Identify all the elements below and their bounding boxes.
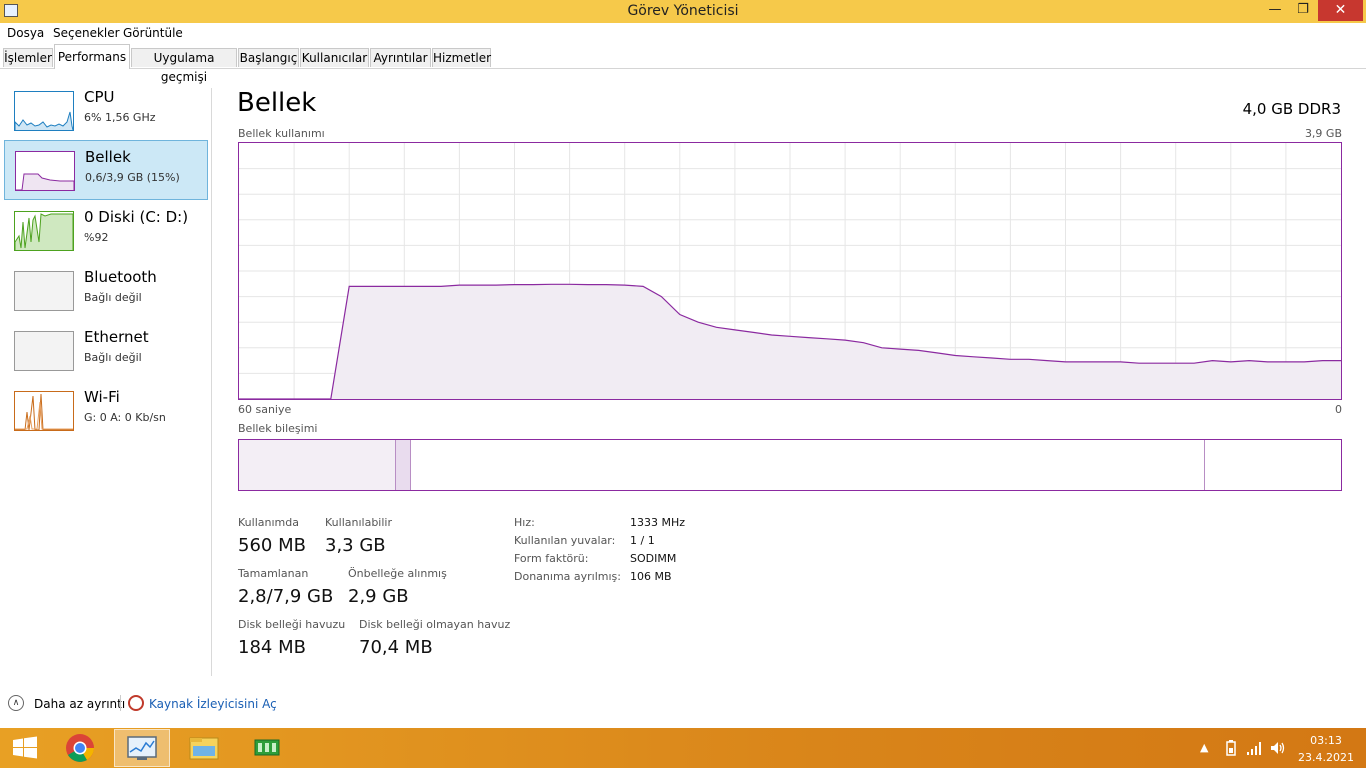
app-icon bbox=[254, 739, 280, 756]
performance-sidebar: CPU 6% 1,56 GHz Bellek 0,6/3,9 GB (15%) … bbox=[0, 69, 211, 677]
minimize-button[interactable]: — bbox=[1262, 0, 1288, 21]
disk-graph-icon bbox=[14, 211, 74, 251]
usage-graph-label: Bellek kullanımı bbox=[238, 127, 325, 140]
tab-users[interactable]: Kullanıcılar bbox=[300, 48, 369, 67]
window-title: Görev Yöneticisi bbox=[627, 3, 739, 19]
bluetooth-graph-icon bbox=[14, 271, 74, 311]
stat-cached-label: Önbelleğe alınmış bbox=[348, 567, 447, 580]
volume-icon[interactable] bbox=[1269, 739, 1287, 757]
task-manager-icon bbox=[127, 736, 157, 760]
tab-processes[interactable]: İşlemler bbox=[3, 48, 53, 67]
taskbar: ▲ bbox=[0, 728, 1366, 768]
clock-time[interactable]: 03:13 bbox=[1296, 734, 1356, 747]
cpu-graph-icon bbox=[14, 91, 74, 131]
sidebar-item-label: CPU bbox=[84, 88, 115, 106]
taskbar-chrome[interactable] bbox=[52, 729, 108, 767]
memory-usage-graph bbox=[238, 142, 1342, 400]
sidebar-item-label: Bluetooth bbox=[84, 268, 157, 286]
info-speed-label: Hız: bbox=[514, 516, 535, 529]
stat-committed-label: Tamamlanan bbox=[238, 567, 309, 580]
sidebar-item-memory[interactable]: Bellek 0,6/3,9 GB (15%) bbox=[4, 140, 208, 200]
stat-nonpaged-pool-label: Disk belleği olmayan havuz bbox=[359, 618, 511, 631]
stat-paged-pool-value: 184 MB bbox=[238, 637, 306, 658]
graph-axis-right-label: 0 bbox=[1335, 403, 1342, 416]
close-button[interactable]: ✕ bbox=[1318, 0, 1363, 21]
stat-available-value: 3,3 GB bbox=[325, 535, 386, 556]
info-hardware-reserved-label: Donanıma ayrılmış: bbox=[514, 570, 621, 583]
memory-composition-bar[interactable] bbox=[238, 439, 1342, 491]
stat-paged-pool-label: Disk belleği havuzu bbox=[238, 618, 346, 631]
title-bar: Görev Yöneticisi — ❐ ✕ bbox=[0, 0, 1366, 23]
chevron-up-icon[interactable]: ▲ bbox=[1200, 741, 1208, 754]
divider bbox=[211, 88, 212, 676]
taskbar-task-manager[interactable] bbox=[114, 729, 170, 767]
taskbar-app[interactable] bbox=[238, 729, 294, 767]
info-slots-label: Kullanılan yuvalar: bbox=[514, 534, 616, 547]
stat-cached-value: 2,9 GB bbox=[348, 586, 409, 607]
sidebar-item-disk[interactable]: 0 Diski (C: D:) %92 bbox=[4, 201, 208, 261]
chrome-icon bbox=[66, 734, 94, 762]
memory-graph-icon bbox=[15, 151, 75, 191]
sidebar-item-wifi[interactable]: Wi-Fi G: 0 A: 0 Kb/sn bbox=[4, 381, 208, 441]
sidebar-item-ethernet[interactable]: Ethernet Bağlı değil bbox=[4, 321, 208, 381]
stat-committed-value: 2,8/7,9 GB bbox=[238, 586, 334, 607]
less-details-button[interactable]: Daha az ayrıntı bbox=[34, 697, 125, 711]
stat-nonpaged-pool-value: 70,4 MB bbox=[359, 637, 433, 658]
composition-label: Bellek bileşimi bbox=[238, 422, 318, 435]
menu-bar: Dosya Seçenekler Görüntüle bbox=[0, 23, 1366, 43]
info-slots-value: 1 / 1 bbox=[630, 534, 655, 547]
info-hardware-reserved-value: 106 MB bbox=[630, 570, 672, 583]
tab-app-history[interactable]: Uygulama geçmişi bbox=[131, 48, 237, 84]
tab-services[interactable]: Hizmetler bbox=[432, 48, 491, 67]
divider bbox=[120, 695, 121, 711]
usage-graph-max: 3,9 GB bbox=[1304, 127, 1342, 140]
battery-icon[interactable] bbox=[1222, 739, 1240, 757]
composition-modified bbox=[395, 440, 411, 490]
graph-axis-left-label: 60 saniye bbox=[238, 403, 292, 416]
stat-in-use-label: Kullanımda bbox=[238, 516, 299, 529]
composition-standby-divider bbox=[1204, 440, 1206, 490]
info-speed-value: 1333 MHz bbox=[630, 516, 686, 529]
tab-bar: İşlemler Performans Uygulama geçmişi Baş… bbox=[0, 44, 1366, 84]
memory-usage-chart bbox=[239, 143, 1341, 399]
sidebar-item-subtitle: Bağlı değil bbox=[84, 351, 142, 364]
menu-view[interactable]: Görüntüle bbox=[123, 26, 183, 40]
file-explorer-icon bbox=[189, 737, 219, 760]
memory-type: 4,0 GB DDR3 bbox=[1242, 100, 1341, 118]
wifi-graph-icon bbox=[14, 391, 74, 431]
stat-available-label: Kullanılabilir bbox=[325, 516, 392, 529]
tab-details[interactable]: Ayrıntılar bbox=[370, 48, 431, 67]
sidebar-item-subtitle: Bağlı değil bbox=[84, 291, 142, 304]
page-title: Bellek bbox=[237, 88, 317, 118]
stat-in-use-value: 560 MB bbox=[238, 535, 306, 556]
sidebar-item-label: Bellek bbox=[85, 148, 131, 166]
menu-file[interactable]: Dosya bbox=[7, 26, 44, 40]
start-button[interactable] bbox=[0, 729, 50, 767]
maximize-button[interactable]: ❐ bbox=[1290, 0, 1316, 21]
sidebar-item-label: 0 Diski (C: D:) bbox=[84, 208, 189, 226]
sidebar-item-label: Ethernet bbox=[84, 328, 149, 346]
sidebar-item-bluetooth[interactable]: Bluetooth Bağlı değil bbox=[4, 261, 208, 321]
composition-in-use bbox=[239, 440, 396, 490]
sidebar-item-subtitle: 0,6/3,9 GB (15%) bbox=[85, 171, 180, 184]
sidebar-item-label: Wi-Fi bbox=[84, 388, 120, 406]
resource-monitor-icon bbox=[128, 695, 144, 711]
taskbar-file-explorer[interactable] bbox=[176, 729, 232, 767]
sidebar-item-subtitle: G: 0 A: 0 Kb/sn bbox=[84, 411, 166, 424]
sidebar-item-subtitle: 6% 1,56 GHz bbox=[84, 111, 156, 124]
tab-performance[interactable]: Performans bbox=[54, 44, 130, 69]
menu-options[interactable]: Seçenekler bbox=[53, 26, 120, 40]
open-resource-monitor-link[interactable]: Kaynak İzleyicisini Aç bbox=[149, 697, 277, 711]
tab-startup[interactable]: Başlangıç bbox=[238, 48, 299, 67]
ethernet-graph-icon bbox=[14, 331, 74, 371]
start-icon bbox=[13, 736, 37, 759]
signal-icon[interactable] bbox=[1246, 739, 1264, 757]
info-form-factor-label: Form faktörü: bbox=[514, 552, 589, 565]
sidebar-item-subtitle: %92 bbox=[84, 231, 109, 244]
sidebar-item-cpu[interactable]: CPU 6% 1,56 GHz bbox=[4, 81, 208, 141]
info-form-factor-value: SODIMM bbox=[630, 552, 677, 565]
chevron-up-icon[interactable]: ∧ bbox=[8, 695, 24, 711]
clock-date[interactable]: 23.4.2021 bbox=[1296, 751, 1356, 764]
footer: ∧ Daha az ayrıntı Kaynak İzleyicisini Aç bbox=[0, 689, 500, 717]
